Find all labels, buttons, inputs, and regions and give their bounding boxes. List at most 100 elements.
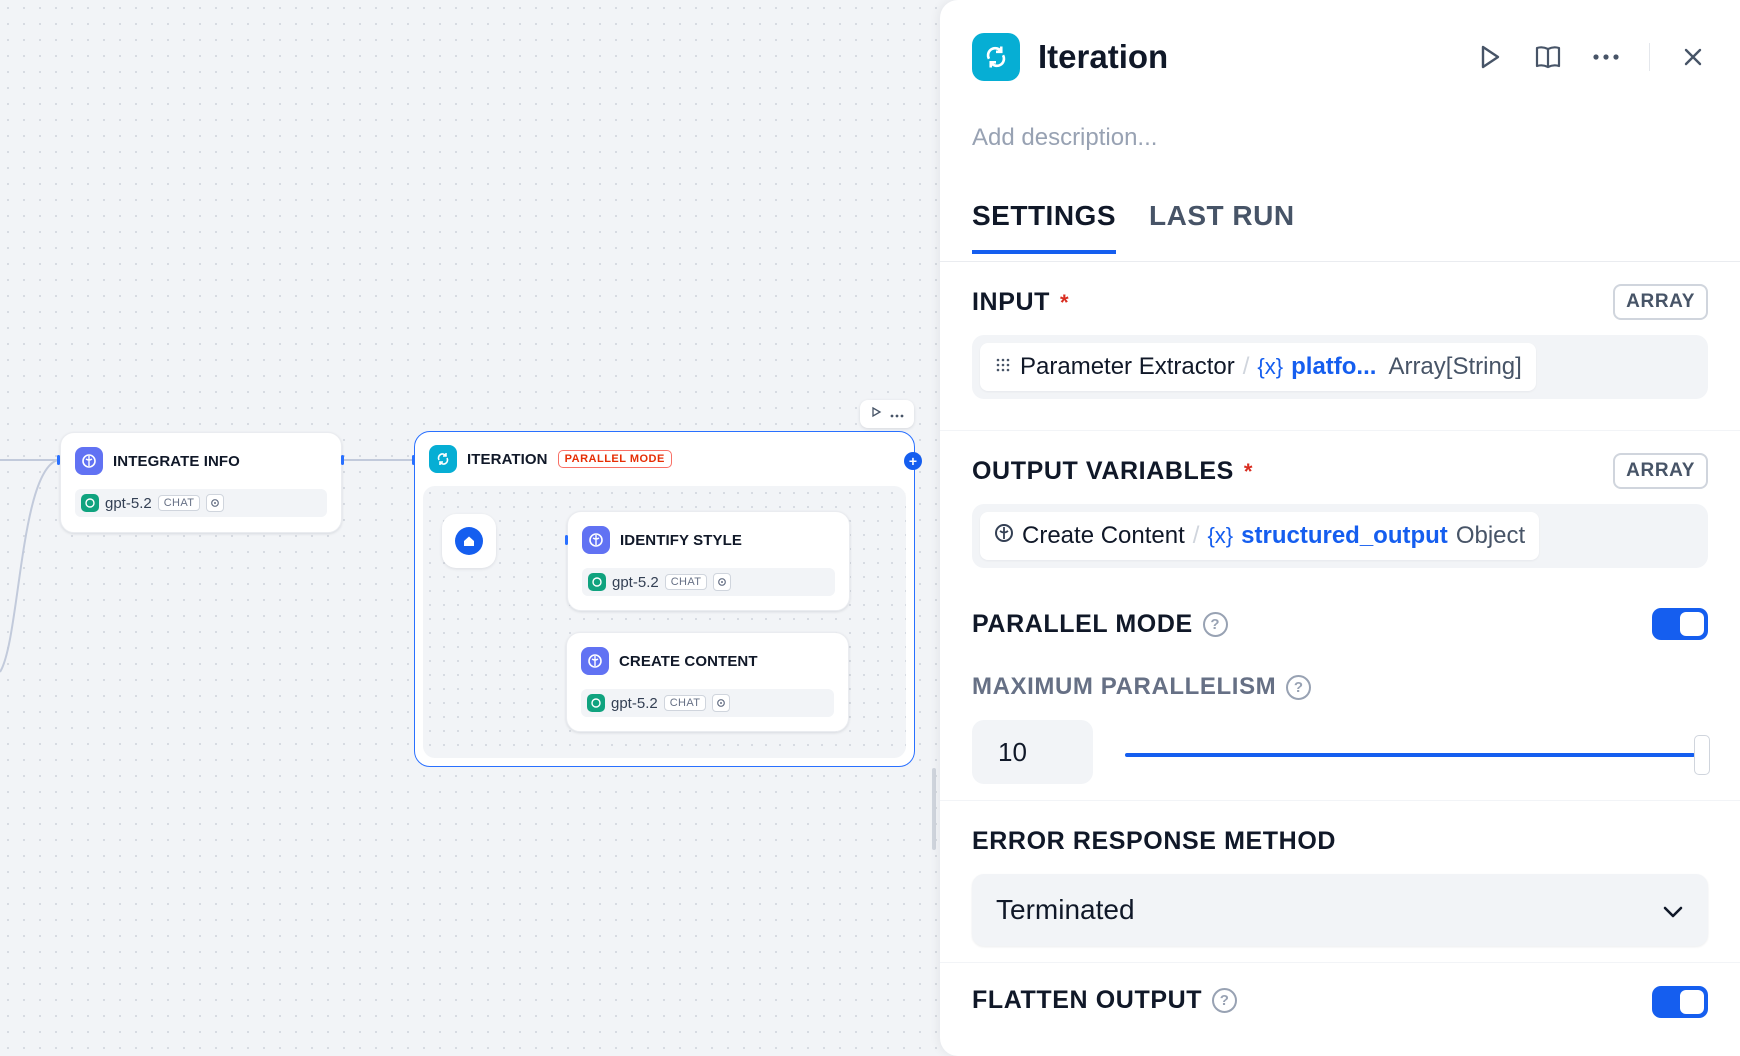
workflow-canvas[interactable]: INTEGRATE INFO gpt-5.2 CHAT ITERATION PA…	[0, 0, 940, 1056]
output-variable-pill[interactable]: Create Content / {x} structured_output O…	[980, 512, 1540, 560]
error-response-label: ERROR RESPONSE METHOD	[972, 827, 1337, 855]
input-type-chip: ARRAY	[1613, 284, 1708, 320]
variable-separator: /	[1192, 522, 1200, 549]
required-mark: *	[1243, 458, 1254, 484]
model-settings-icon[interactable]	[713, 573, 732, 591]
node-create-content[interactable]: CREATE CONTENT gpt-5.2 CHAT	[566, 632, 849, 732]
panel-header: Iteration	[972, 32, 1708, 82]
parallel-mode-toggle[interactable]	[1652, 608, 1708, 640]
section-divider	[940, 430, 1740, 431]
header-divider	[1649, 43, 1650, 71]
model-selector[interactable]: gpt-5.2 CHAT	[582, 568, 835, 596]
parallel-mode-label: PARALLEL MODE	[972, 610, 1193, 638]
input-variable-pill[interactable]: Parameter Extractor / {x} platfo... Arra…	[980, 343, 1536, 391]
max-parallelism-slider[interactable]	[1125, 753, 1695, 757]
output-type-chip: ARRAY	[1613, 453, 1708, 489]
input-label: INPUT	[972, 288, 1050, 316]
more-icon[interactable]	[890, 405, 904, 423]
parallel-mode-label-row: PARALLEL MODE ?	[972, 610, 1228, 639]
node-title: INTEGRATE INFO	[113, 452, 240, 470]
variable-node-name: Create Content	[1022, 522, 1185, 549]
variable-name: platfo...	[1291, 353, 1377, 380]
model-selector[interactable]: gpt-5.2 CHAT	[75, 489, 327, 517]
openai-icon	[587, 694, 605, 712]
variable-icon: {x}	[1207, 523, 1234, 548]
identify-in-handle[interactable]	[565, 535, 568, 545]
slider-thumb[interactable]	[1694, 735, 1710, 775]
play-icon[interactable]	[1475, 42, 1505, 72]
section-divider	[940, 800, 1740, 801]
integrate-in-handle[interactable]	[57, 455, 60, 465]
parameter-extractor-icon	[994, 353, 1012, 381]
tab-last-run[interactable]: LAST RUN	[1149, 200, 1295, 254]
node-identify-style[interactable]: IDENTIFY STYLE gpt-5.2 CHAT	[567, 511, 850, 611]
input-section-label: INPUT *	[972, 288, 1069, 317]
output-label: OUTPUT VARIABLES	[972, 457, 1234, 485]
run-node-icon[interactable]	[870, 405, 882, 423]
edge-in-curve	[0, 459, 59, 673]
variable-separator: /	[1242, 353, 1250, 380]
more-icon[interactable]	[1591, 42, 1621, 72]
mode-chip: CHAT	[157, 495, 201, 511]
add-next-node-button[interactable]: +	[904, 452, 922, 470]
close-icon[interactable]	[1678, 42, 1708, 72]
flatten-output-toggle[interactable]	[1652, 986, 1708, 1018]
node-title: ITERATION	[467, 450, 548, 468]
model-name: gpt-5.2	[105, 494, 152, 512]
panel-tabs: SETTINGS LAST RUN	[972, 200, 1295, 254]
integrate-out-handle[interactable]	[341, 455, 344, 465]
flatten-output-label-row: FLATTEN OUTPUT ?	[972, 986, 1238, 1015]
iteration-start-node[interactable]	[442, 514, 496, 568]
node-settings-panel: Iteration Add description... SETTINGS LA…	[940, 0, 1740, 1056]
variable-type: Array[String]	[1388, 353, 1522, 380]
panel-resize-handle[interactable]	[932, 768, 936, 850]
home-icon	[455, 527, 483, 555]
variable-type: Object	[1455, 522, 1526, 549]
node-title: CREATE CONTENT	[619, 652, 758, 670]
chevron-down-icon	[1662, 894, 1684, 926]
book-icon[interactable]	[1533, 42, 1563, 72]
output-section-label: OUTPUT VARIABLES *	[972, 457, 1253, 486]
input-variable-field[interactable]: Parameter Extractor / {x} platfo... Arra…	[972, 335, 1708, 399]
panel-title[interactable]: Iteration	[1038, 38, 1168, 76]
description-input[interactable]: Add description...	[972, 124, 1157, 152]
parallel-mode-badge: PARALLEL MODE	[557, 450, 672, 468]
tab-settings[interactable]: SETTINGS	[972, 200, 1117, 254]
required-mark: *	[1060, 289, 1070, 315]
node-title: IDENTIFY STYLE	[620, 531, 742, 549]
help-icon[interactable]: ?	[1286, 674, 1312, 700]
max-parallelism-label: MAXIMUM PARALLELISM	[972, 673, 1277, 700]
openai-icon	[588, 573, 606, 591]
model-settings-icon[interactable]	[712, 694, 731, 712]
output-variable-field[interactable]: Create Content / {x} structured_output O…	[972, 504, 1708, 568]
variable-name: structured_output	[1241, 522, 1448, 549]
mode-chip: CHAT	[663, 695, 707, 711]
brain-icon	[581, 647, 609, 675]
max-parallelism-label-row: MAXIMUM PARALLELISM ?	[972, 673, 1312, 701]
mode-chip: CHAT	[664, 574, 708, 590]
node-mini-toolbar	[860, 400, 914, 428]
loop-icon	[429, 445, 457, 473]
model-name: gpt-5.2	[612, 573, 659, 591]
node-integrate-info[interactable]: INTEGRATE INFO gpt-5.2 CHAT	[60, 432, 342, 533]
openai-icon	[81, 494, 99, 512]
flatten-output-label: FLATTEN OUTPUT	[972, 986, 1203, 1014]
model-selector[interactable]: gpt-5.2 CHAT	[581, 689, 834, 717]
help-icon[interactable]: ?	[1202, 612, 1228, 637]
brain-icon	[582, 526, 610, 554]
tabs-divider	[940, 261, 1740, 262]
error-response-value: Terminated	[996, 894, 1135, 925]
error-response-label-row: ERROR RESPONSE METHOD	[972, 827, 1336, 856]
max-parallelism-input[interactable]: 10	[972, 720, 1093, 784]
variable-icon: {x}	[1257, 354, 1284, 379]
help-icon[interactable]: ?	[1212, 988, 1238, 1013]
error-response-select[interactable]: Terminated	[972, 874, 1708, 946]
model-name: gpt-5.2	[611, 694, 658, 712]
section-divider	[940, 962, 1740, 963]
loop-icon	[972, 33, 1020, 81]
variable-node-name: Parameter Extractor	[1020, 353, 1235, 380]
brain-icon	[994, 522, 1014, 550]
iteration-in-handle[interactable]	[412, 455, 415, 465]
model-settings-icon[interactable]	[206, 494, 225, 512]
brain-icon	[75, 447, 103, 475]
